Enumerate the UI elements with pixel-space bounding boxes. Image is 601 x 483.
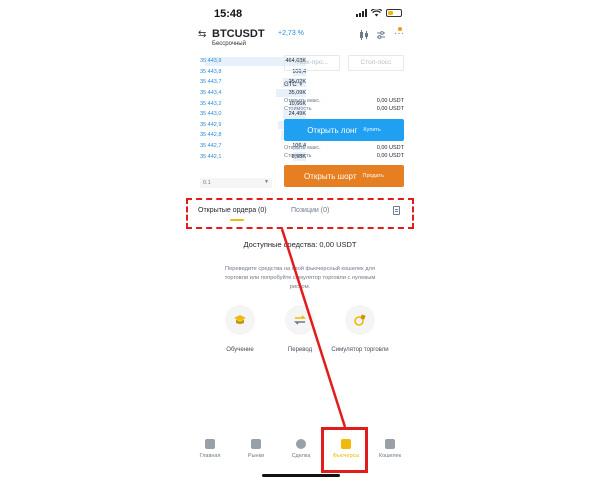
long-cost-row: Стоимость 0,00 USDT: [284, 106, 404, 112]
trade-icon: [296, 439, 306, 449]
open-long-label: Открыть лонг: [307, 125, 358, 135]
long-max-label: Открыть макс.: [284, 98, 321, 104]
order-book-row[interactable]: 35 443,4 35,09K: [200, 88, 306, 99]
short-cost-row: Стоимость 0,00 USDT: [284, 153, 404, 159]
nav-label: Рынки: [247, 453, 265, 459]
long-cost-value: 0,00 USDT: [376, 106, 404, 112]
tif-value: GTC: [284, 82, 297, 88]
time-in-force-select[interactable]: GTC ▼: [284, 82, 303, 88]
feature-label: Симулятор торговли: [331, 347, 389, 353]
short-max-row: Открыть макс. 0,00 USDT: [284, 145, 404, 151]
open-short-sublabel: Продать: [362, 173, 384, 179]
home-indicator: [262, 474, 340, 477]
precision-select[interactable]: 0.1 ▼: [200, 178, 272, 188]
status-icons: [356, 9, 402, 17]
transfer-hint: Переведите средства на свой фьючерсный к…: [224, 266, 376, 290]
nav-trade[interactable]: Сделка: [281, 439, 321, 459]
highlight-tabs-annotation: [186, 198, 414, 229]
feature-label: Обучение: [226, 347, 254, 353]
contract-type: Бессрочный: [212, 41, 246, 47]
long-max-value: 0,00 USDT: [376, 98, 404, 104]
nav-home[interactable]: Главная: [190, 439, 230, 459]
order-book-price: 35 443,8: [200, 68, 222, 75]
short-cost-label: Стоимость: [284, 153, 312, 159]
order-book-price: 35 443,0: [200, 111, 222, 118]
price-change: +2,73 %: [278, 30, 304, 37]
order-book-price: 35 443,7: [200, 79, 222, 86]
wallet-icon: [385, 439, 395, 449]
nav-label: Сделка: [291, 453, 311, 459]
precision-value: 0.1: [203, 180, 211, 186]
highlight-futures-annotation: [321, 427, 368, 473]
signal-icon: [356, 9, 367, 17]
status-time: 15:48: [214, 8, 243, 20]
candlestick-icon[interactable]: [358, 30, 370, 40]
order-book-price: 35 443,4: [200, 90, 222, 97]
order-book-amount: 24,49K: [288, 111, 306, 118]
pair-header: ⇆ BTCUSDT +2,73 % Бессрочный ···: [198, 28, 406, 50]
nav-label: Кошелек: [378, 453, 402, 459]
chevron-down-icon: ▼: [298, 82, 304, 88]
order-book-price: 35 442,7: [200, 143, 222, 150]
order-book-price: 35 442,9: [200, 121, 222, 128]
home-icon: [205, 439, 215, 449]
order-book-price: 35 442,8: [200, 132, 222, 139]
feature-education[interactable]: Обучение: [210, 305, 270, 354]
short-max-value: 0,00 USDT: [376, 145, 404, 151]
markets-icon: [251, 439, 261, 449]
chevron-down-icon: ▼: [264, 179, 269, 185]
feature-transfer[interactable]: Перевод: [270, 305, 330, 354]
nav-wallet[interactable]: Кошелек: [370, 439, 410, 459]
order-book-price: 35 443,2: [200, 100, 222, 107]
stop-loss-field[interactable]: Стоп-лосс: [348, 55, 404, 71]
bottom-nav: Главная Рынки Сделка Фьючерсы Кошелек: [184, 430, 416, 470]
open-short-label: Открыть шорт: [304, 171, 357, 181]
order-book-price: 35 443,9: [200, 58, 222, 65]
open-long-button[interactable]: Открыть лонг Купить: [284, 119, 404, 141]
simulator-icon: [345, 305, 375, 335]
long-max-row: Открыть макс. 0,00 USDT: [284, 98, 404, 104]
nav-label: Главная: [199, 453, 221, 459]
nav-markets[interactable]: Рынки: [236, 439, 276, 459]
transfer-icon: [285, 305, 315, 335]
open-long-sublabel: Купить: [363, 127, 381, 133]
feature-simulator[interactable]: Симулятор торговли: [330, 305, 390, 354]
wifi-icon: [371, 9, 382, 17]
take-profit-field[interactable]: Тейк-про...: [284, 55, 340, 71]
battery-icon: [386, 9, 402, 17]
feature-label: Перевод: [287, 347, 313, 353]
pair-symbol[interactable]: BTCUSDT: [212, 28, 265, 40]
order-book-amount: 35,09K: [288, 90, 306, 97]
settings-icon[interactable]: [376, 30, 386, 40]
open-short-button[interactable]: Открыть шорт Продать: [284, 165, 404, 187]
order-book-price: 35 442,1: [200, 153, 222, 160]
short-cost-value: 0,00 USDT: [376, 153, 404, 159]
long-cost-label: Стоимость: [284, 106, 312, 112]
education-icon: [225, 305, 255, 335]
more-icon[interactable]: ···: [394, 28, 404, 39]
short-max-label: Открыть макс.: [284, 145, 321, 151]
phone-screen: 15:48 ⇆ BTCUSDT +2,73 % Бессрочный ··· 3…: [184, 0, 416, 483]
available-funds: Доступные средства: 0,00 USDT: [243, 240, 357, 249]
swap-icon[interactable]: ⇆: [198, 29, 206, 40]
